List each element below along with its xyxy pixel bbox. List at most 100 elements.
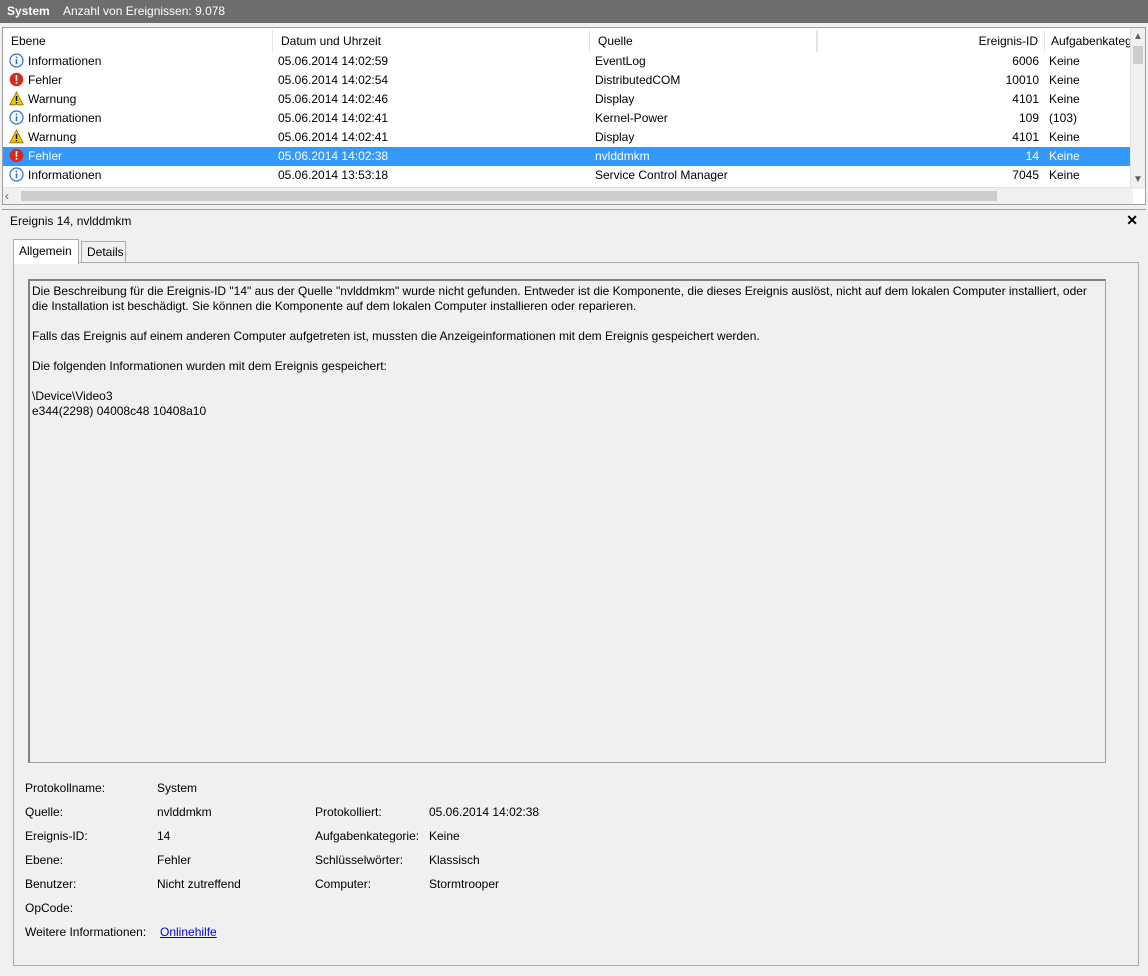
detail-title: Ereignis 14, nvlddmkm: [10, 214, 132, 228]
cell-event-id: 109: [1018, 111, 1039, 125]
level-text: Informationen: [28, 54, 102, 68]
info-icon: [9, 167, 24, 182]
event-rows: Informationen 05.06.2014 14:02:59 EventLog…: [3, 52, 1133, 185]
tab-content-general: Die Beschreibung für die Ereignis-ID "14…: [13, 262, 1139, 966]
log-title: System: [7, 4, 50, 18]
log-titlebar: System Anzahl von Ereignissen: 9.078: [0, 0, 1148, 23]
cell-source: EventLog: [595, 54, 646, 68]
keywords-value: Klassisch: [429, 853, 480, 867]
detail-header: Ereignis 14, nvlddmkm ✕: [2, 209, 1146, 233]
level-text: Informationen: [28, 168, 102, 182]
cell-task-category: Keine: [1049, 92, 1080, 106]
online-help-link[interactable]: Onlinehilfe: [160, 925, 217, 939]
scroll-down-icon[interactable]: ▼: [1131, 173, 1145, 187]
level-text: Warnung: [28, 130, 77, 144]
vertical-scroll-thumb[interactable]: [1133, 46, 1143, 64]
column-header-task-category[interactable]: Aufgabenkateg: [1045, 30, 1133, 52]
cell-datetime: 05.06.2014 14:02:59: [278, 54, 389, 68]
cell-source: Service Control Manager: [595, 168, 728, 182]
table-row[interactable]: Informationen 05.06.2014 14:02:59 EventLog…: [3, 52, 1133, 71]
cell-task-category: Keine: [1049, 54, 1080, 68]
cell-level: Informationen: [9, 109, 271, 128]
log-name-value: System: [157, 781, 198, 795]
computer-label: Computer:: [315, 877, 372, 891]
logged-label: Protokolliert:: [315, 805, 382, 819]
raw-data-line: e344(2298) 04008c48 10408a10: [32, 404, 207, 418]
level-value: Fehler: [157, 853, 192, 867]
scroll-up-icon[interactable]: ▲: [1131, 30, 1145, 44]
source-label: Quelle:: [25, 805, 64, 819]
user-label: Benutzer:: [25, 877, 77, 891]
cell-datetime: 05.06.2014 14:02:46: [278, 92, 389, 106]
column-header-level[interactable]: Ebene: [3, 30, 273, 52]
cell-event-id: 4101: [1012, 92, 1039, 106]
cell-event-id: 14: [1025, 149, 1039, 163]
list-header: Ebene Datum und Uhrzeit Quelle Ereignis-…: [3, 30, 1133, 52]
raw-data-line: \Device\Video3: [32, 389, 113, 403]
task-category-label: Aufgabenkategorie:: [315, 829, 420, 843]
event-list: Ebene Datum und Uhrzeit Quelle Ereignis-…: [2, 27, 1146, 205]
cell-datetime: 05.06.2014 14:02:41: [278, 111, 389, 125]
computer-value: Stormtrooper: [429, 877, 500, 891]
cell-task-category: Keine: [1049, 130, 1080, 144]
cell-level: Fehler: [9, 71, 271, 90]
table-row[interactable]: Fehler 05.06.2014 14:02:38 nvlddmkm 14 Keine: [3, 147, 1133, 166]
info-icon: [9, 53, 24, 68]
log-name-label: Protokollname:: [25, 781, 106, 795]
cell-datetime: 05.06.2014 14:02:38: [278, 149, 389, 163]
description-paragraph: Falls das Ereignis auf einem anderen Com…: [32, 329, 760, 343]
info-icon: [9, 110, 24, 125]
table-row[interactable]: Fehler 05.06.2014 14:02:54 DistributedCOM 1…: [3, 71, 1133, 90]
horizontal-scrollbar[interactable]: ‹: [3, 187, 1133, 204]
cell-source: Kernel-Power: [595, 111, 668, 125]
cell-event-id: 6006: [1012, 54, 1039, 68]
tab-allgemein[interactable]: Allgemein: [13, 239, 79, 264]
horizontal-scroll-thumb[interactable]: [21, 191, 997, 201]
table-row[interactable]: Warnung 05.06.2014 14:02:46 Display 4101 Kei…: [3, 90, 1133, 109]
cell-level: Warnung: [9, 90, 271, 109]
description-box[interactable]: Die Beschreibung für die Ereignis-ID "14…: [28, 279, 1106, 763]
event-id-value: 14: [157, 829, 171, 843]
description-paragraph: Die Beschreibung für die Ereignis-ID "14…: [32, 284, 1087, 313]
close-icon[interactable]: ✕: [1126, 212, 1138, 229]
cell-source: nvlddmkm: [595, 149, 650, 163]
opcode-label: OpCode:: [25, 901, 74, 915]
cell-datetime: 05.06.2014 14:02:41: [278, 130, 389, 144]
description-paragraph: Die folgenden Informationen wurden mit d…: [32, 359, 387, 373]
level-text: Fehler: [28, 149, 63, 163]
cell-datetime: 05.06.2014 14:02:54: [278, 73, 389, 87]
cell-level: Informationen: [9, 166, 271, 185]
cell-task-category: Keine: [1049, 168, 1080, 182]
table-row[interactable]: Warnung 05.06.2014 14:02:41 Display 4101 Kei…: [3, 128, 1133, 147]
event-id-label: Ereignis-ID:: [25, 829, 88, 843]
cell-level: Informationen: [9, 52, 271, 71]
level-text: Informationen: [28, 111, 102, 125]
error-icon: [9, 148, 24, 163]
level-text: Warnung: [28, 92, 77, 106]
table-row[interactable]: Informationen 05.06.2014 14:02:41 Kernel-P…: [3, 109, 1133, 128]
tab-details[interactable]: Details: [81, 241, 126, 262]
more-info-label: Weitere Informationen:: [25, 925, 147, 939]
source-value: nvlddmkm: [157, 805, 212, 819]
vertical-scrollbar[interactable]: ▲ ▼: [1130, 28, 1145, 189]
warning-icon: [9, 91, 24, 106]
cell-task-category: (103): [1049, 111, 1078, 125]
task-category-value: Keine: [429, 829, 460, 843]
column-header-datetime[interactable]: Datum und Uhrzeit: [273, 30, 590, 52]
column-header-event-id[interactable]: Ereignis-ID: [818, 30, 1045, 52]
scroll-left-icon[interactable]: ‹: [5, 188, 9, 204]
table-row[interactable]: Informationen 05.06.2014 13:53:18 Service …: [3, 166, 1133, 185]
cell-source: Display: [595, 92, 635, 106]
cell-task-category: Keine: [1049, 149, 1080, 163]
cell-event-id: 7045: [1012, 168, 1039, 182]
cell-level: Fehler: [9, 147, 271, 166]
user-value: Nicht zutreffend: [157, 877, 241, 891]
cell-event-id: 4101: [1012, 130, 1039, 144]
column-header-source[interactable]: Quelle: [590, 30, 817, 52]
cell-event-id: 10010: [1005, 73, 1039, 87]
cell-datetime: 05.06.2014 13:53:18: [278, 168, 389, 182]
cell-source: DistributedCOM: [595, 73, 681, 87]
logged-value: 05.06.2014 14:02:38: [429, 805, 540, 819]
warning-icon: [9, 129, 24, 144]
level-text: Fehler: [28, 73, 63, 87]
